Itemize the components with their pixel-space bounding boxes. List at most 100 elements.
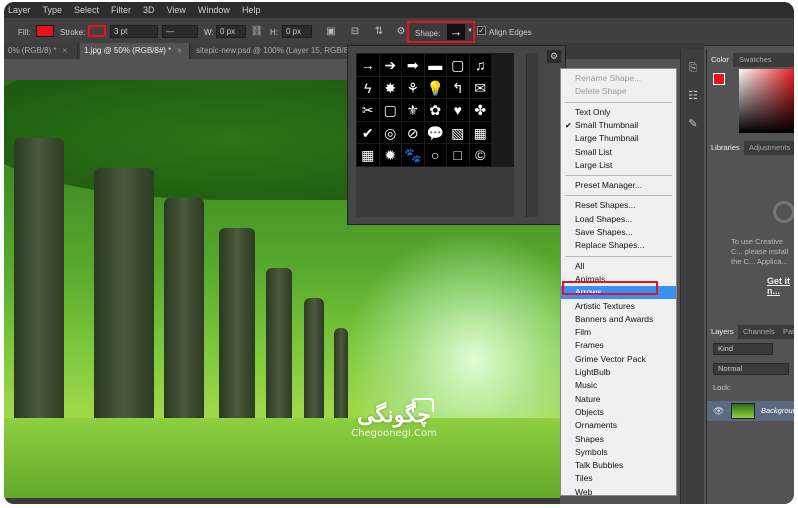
eye-icon[interactable]: 👁 [713,406,724,417]
foreground-color-swatch[interactable] [713,73,725,85]
shape-thumbnail[interactable]: ➡ [402,54,424,76]
tab-swatches[interactable]: Swatches [735,53,776,67]
menu-view[interactable]: View [167,5,186,15]
shape-thumbnail[interactable]: ▧ [447,121,469,143]
shape-thumbnail[interactable]: → [357,54,379,76]
menu-item-large-list[interactable]: Large List [561,159,676,172]
menu-item-save-shapes[interactable]: Save Shapes... [561,226,676,239]
menu-help[interactable]: Help [242,5,261,15]
path-arrangement-icon[interactable]: ⇅ [372,25,386,38]
shape-thumbnail[interactable]: ◎ [379,121,401,143]
popup-scrollbar[interactable] [526,53,538,217]
path-alignment-icon[interactable]: ⊟ [348,25,362,38]
shape-thumbnail[interactable]: ➔ [379,54,401,76]
menu-layer[interactable]: Layer [8,5,31,15]
layer-filter-kind[interactable]: Kind [713,343,773,355]
shape-picker-button[interactable]: Shape: → ▼ [407,21,475,43]
menu-filter[interactable]: Filter [111,5,131,15]
shape-thumbnail[interactable]: ▬ [424,54,446,76]
height-field[interactable]: 0 px [282,25,312,38]
menu-item-all[interactable]: All [561,260,676,273]
tab-document-2[interactable]: 1.jpg @ 50% (RGB/8#) * × [80,43,190,59]
shape-thumbnail[interactable]: ⊘ [402,121,424,143]
blend-mode-select[interactable]: Normal [713,363,789,375]
align-edges-checkbox[interactable]: ✓ [477,26,486,35]
shape-thumbnail[interactable]: ✸ [379,76,401,98]
tab-adjustments[interactable]: Adjustments [745,141,794,155]
menu-item-ornaments[interactable]: Ornaments [561,419,676,432]
fill-swatch[interactable] [36,25,54,37]
menu-item-reset-shapes[interactable]: Reset Shapes... [561,199,676,212]
shape-thumbnail[interactable]: 💬 [424,121,446,143]
stroke-width-field[interactable]: 3 pt [110,25,158,38]
stroke-swatch[interactable] [88,25,106,37]
menu-item-load-shapes[interactable]: Load Shapes... [561,213,676,226]
shape-thumbnail[interactable]: ▦ [469,121,491,143]
tab-layers[interactable]: Layers [707,325,738,339]
menu-3d[interactable]: 3D [143,5,155,15]
menu-item-small-list[interactable]: Small List [561,146,676,159]
menu-item-objects[interactable]: Objects [561,406,676,419]
shape-thumbnail[interactable]: ▢ [379,99,401,121]
tab-document-1[interactable]: 0% (RGB/8) * × [4,43,78,59]
shape-thumbnail[interactable]: ▦ [357,144,379,166]
color-picker-field[interactable] [739,69,794,133]
shape-thumbnail[interactable]: 🐾 [402,144,424,166]
shape-thumbnail[interactable]: ϟ [357,76,379,98]
shape-thumbnail[interactable]: © [469,144,491,166]
width-field[interactable]: 0 px [216,25,246,38]
shape-thumbnail[interactable]: ▢ [447,54,469,76]
shape-thumbnail[interactable]: ♥ [447,99,469,121]
menu-item-artistic-textures[interactable]: Artistic Textures [561,300,676,313]
menu-item-web[interactable]: Web [561,486,676,499]
shape-thumbnail[interactable]: ✔ [357,121,379,143]
shape-thumbnail[interactable]: ⚜ [402,99,424,121]
shape-thumbnail[interactable]: ♫ [469,54,491,76]
properties-icon[interactable]: ☷ [684,87,702,105]
shape-thumbnail[interactable]: ⚘ [402,76,424,98]
shape-thumbnail[interactable]: ✿ [424,99,446,121]
tab-libraries[interactable]: Libraries [707,141,744,155]
tab-document-3[interactable]: sitepic-new.psd @ 100% (Layer 15, RGB/8× [192,43,352,59]
gear-icon[interactable]: ⚙ [394,25,408,38]
menu-item-tiles[interactable]: Tiles [561,472,676,485]
brush-icon[interactable]: ✎ [684,115,702,133]
menu-type[interactable]: Type [43,5,63,15]
tab-channels[interactable]: Channels [739,325,779,339]
shape-thumbnail[interactable]: ✉ [469,76,491,98]
popup-gear-icon[interactable]: ⚙ [547,50,561,63]
menu-item-preset-manager[interactable]: Preset Manager... [561,179,676,192]
menu-item-replace-shapes[interactable]: Replace Shapes... [561,239,676,252]
menu-item-large-thumbnail[interactable]: Large Thumbnail [561,132,676,145]
shape-thumbnail[interactable]: ○ [424,144,446,166]
menu-item-text-only[interactable]: Text Only [561,106,676,119]
shape-thumbnail[interactable]: 💡 [424,76,446,98]
path-operations-icon[interactable]: ▣ [324,25,338,38]
menu-item-music[interactable]: Music [561,379,676,392]
shape-thumbnail[interactable]: ↰ [447,76,469,98]
stroke-type-dropdown[interactable]: — [162,25,198,38]
tab-paths[interactable]: Path [779,325,794,339]
menu-select[interactable]: Select [74,5,99,15]
menu-item-lightbulb[interactable]: LightBulb [561,366,676,379]
menu-item-shapes[interactable]: Shapes [561,433,676,446]
shape-thumbnail[interactable]: ✤ [469,99,491,121]
menu-window[interactable]: Window [198,5,230,15]
menu-item-film[interactable]: Film [561,326,676,339]
get-it-link[interactable]: Get it n... [767,276,794,296]
menu-item-symbols[interactable]: Symbols [561,446,676,459]
menu-item-grime-vector-pack[interactable]: Grime Vector Pack [561,353,676,366]
shape-thumbnail[interactable]: □ [447,144,469,166]
shape-thumbnail[interactable]: ✹ [379,144,401,166]
close-icon[interactable]: × [177,46,182,55]
menu-item-banners-and-awards[interactable]: Banners and Awards [561,313,676,326]
menu-item-frames[interactable]: Frames [561,339,676,352]
shape-thumbnail[interactable]: ✂ [357,99,379,121]
menu-item-talk-bubbles[interactable]: Talk Bubbles [561,459,676,472]
menu-item-small-thumbnail[interactable]: ✔ Small Thumbnail [561,119,676,132]
link-icon[interactable]: ⛓ [250,25,264,38]
close-icon[interactable]: × [62,46,67,55]
tab-color[interactable]: Color [707,53,733,67]
layer-row-background[interactable]: 👁 Backgroun [707,401,794,421]
menu-item-nature[interactable]: Nature [561,393,676,406]
